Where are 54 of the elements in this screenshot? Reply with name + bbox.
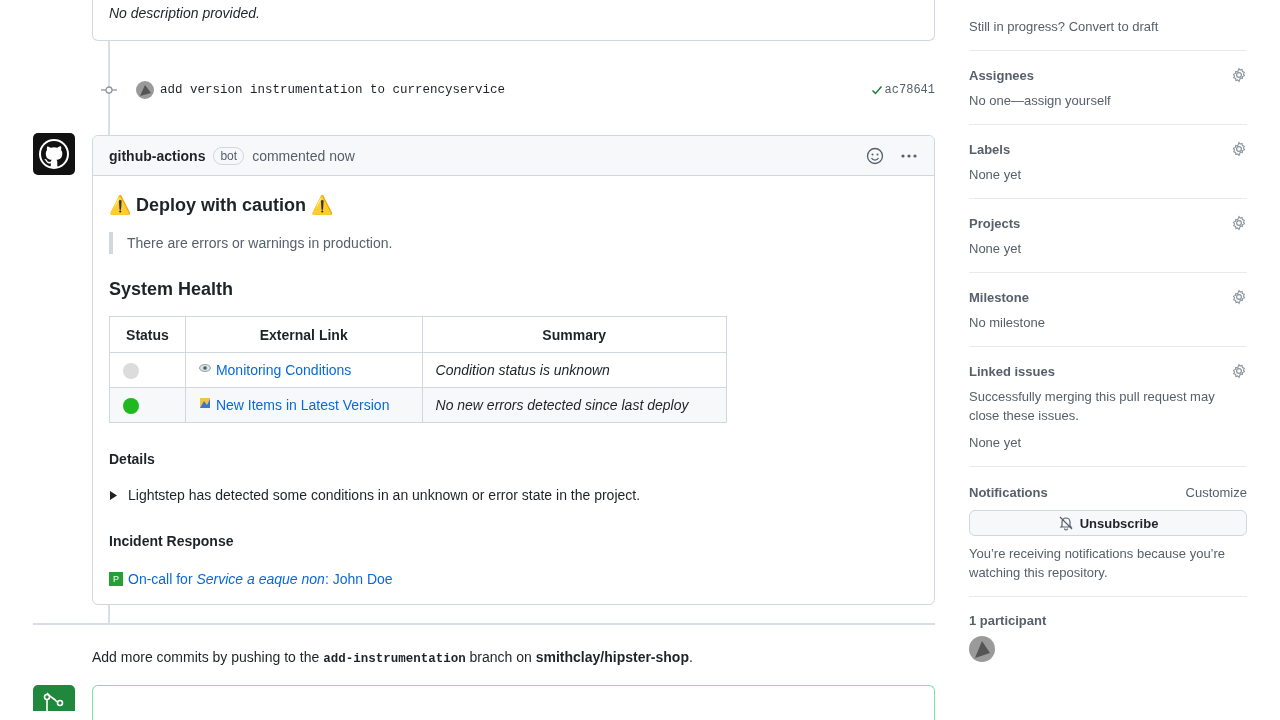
section-value: None yet xyxy=(969,434,1023,452)
settings-icon[interactable] xyxy=(1231,141,1247,157)
merge-icon xyxy=(33,685,75,711)
commit-message[interactable]: add version instrumentation to currencyservice xyxy=(160,83,506,97)
draft-hint[interactable]: Still in progress? Convert to draft xyxy=(969,17,1247,36)
smiley-icon[interactable] xyxy=(866,146,884,165)
section-title: Assignees xyxy=(969,67,1035,83)
participants-title: 1 participant xyxy=(969,613,1048,628)
section-title: Milestone xyxy=(969,289,1029,305)
section-value: Successfully merging this pull request may close these issues. xyxy=(969,388,1216,425)
column-header: Status xyxy=(109,316,186,353)
commit-icon xyxy=(101,85,117,95)
push-hint: Add more commits by pushing to the add-instrumentation branch on smithclay/hipster-shop. xyxy=(92,649,694,666)
column-header: Summary xyxy=(422,316,727,353)
comment-author[interactable]: github-actions xyxy=(109,147,206,164)
external-link[interactable]: Monitoring Conditions xyxy=(215,362,352,378)
incident-title: Incident Response xyxy=(109,533,235,549)
warning-quote: There are errors or warnings in production. xyxy=(109,232,918,254)
section-value: No milestone xyxy=(969,314,1046,332)
section-value: None yet xyxy=(969,166,1023,184)
settings-icon[interactable] xyxy=(1231,67,1247,83)
details-summary[interactable]: Lightstep has detected some conditions in an unknown or error state in the project. xyxy=(128,487,641,503)
summary-cell: No new errors detected since last deploy xyxy=(422,387,727,423)
more-icon[interactable] xyxy=(900,152,918,159)
oncall-link[interactable]: On-call for Service a eaque non: John Doe xyxy=(128,571,393,587)
pagerduty-badge: P xyxy=(109,572,123,586)
bell-off-icon xyxy=(1057,515,1074,531)
customize-link[interactable]: Customize xyxy=(1185,483,1247,502)
settings-icon[interactable] xyxy=(1231,289,1247,305)
settings-icon[interactable] xyxy=(1231,363,1247,379)
details-title: Details xyxy=(109,451,156,467)
eye-icon xyxy=(198,362,211,374)
settings-icon[interactable] xyxy=(1231,215,1247,231)
section-title: Linked issues xyxy=(969,363,1055,379)
column-header: External Link xyxy=(185,316,422,353)
notifications-title: Notifications xyxy=(969,485,1048,500)
comment-time: commented now xyxy=(252,147,355,164)
description-text: No description provided. xyxy=(109,5,260,21)
comment-heading: ⚠ Deploy with caution ⚠ xyxy=(109,194,334,216)
chart-icon xyxy=(198,397,211,409)
section-title: Projects xyxy=(969,215,1021,231)
section-value: No one—assign yourself xyxy=(969,92,1112,110)
section-title: System Health xyxy=(109,279,235,300)
github-logo-avatar xyxy=(33,133,75,175)
avatar xyxy=(969,636,995,662)
notification-reason: You’re receiving notifications because you’re watching this repository. xyxy=(969,545,1227,582)
avatar xyxy=(136,81,154,99)
commit-sha[interactable]: ac78641 xyxy=(870,83,935,97)
section-value: None yet xyxy=(969,240,1023,258)
external-link[interactable]: New Items in Latest Version xyxy=(215,397,390,413)
disclosure-triangle-icon[interactable] xyxy=(109,490,118,500)
summary-cell: Condition status is unknown xyxy=(422,352,727,388)
unsubscribe-button[interactable]: Unsubscribe xyxy=(969,510,1247,536)
section-title: Labels xyxy=(969,141,1011,157)
